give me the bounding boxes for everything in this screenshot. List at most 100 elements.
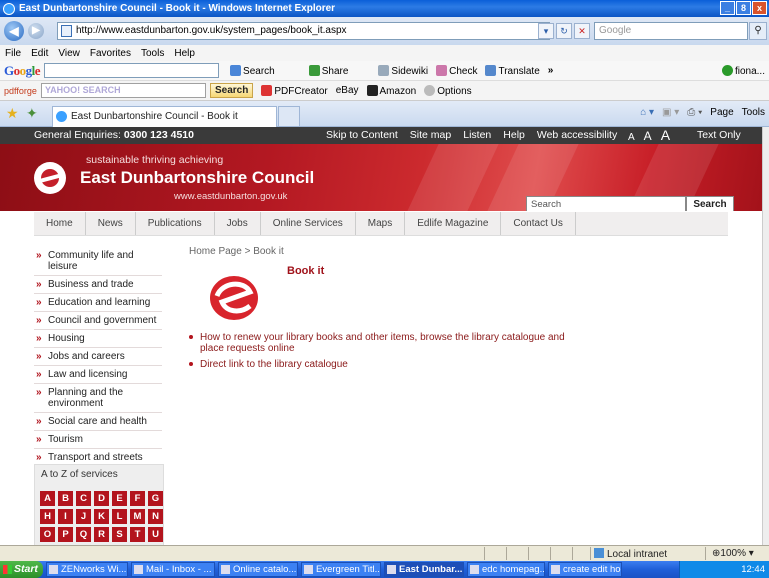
sidebar-item-tourism[interactable]: » Tourism bbox=[34, 431, 162, 449]
text-size-small[interactable]: A bbox=[628, 132, 635, 143]
address-dropdown-button[interactable]: ▾ bbox=[538, 23, 554, 39]
pdfcreator-button[interactable]: PDFCreator bbox=[261, 84, 328, 97]
toolbar-overflow-button[interactable]: » bbox=[548, 65, 554, 76]
menu-favorites[interactable]: Favorites bbox=[90, 48, 131, 59]
sidebar-item-jobs[interactable]: » Jobs and careers bbox=[34, 348, 162, 366]
text-size-medium[interactable]: A bbox=[644, 129, 652, 143]
nav-online-services[interactable]: Online Services bbox=[261, 212, 356, 235]
text-only-link[interactable]: Text Only bbox=[697, 129, 741, 141]
breadcrumb[interactable]: Home Page > Book it bbox=[189, 246, 284, 257]
google-search-button[interactable]: Search bbox=[230, 64, 275, 77]
council-name[interactable]: East Dunbartonshire Council bbox=[80, 168, 314, 188]
minimize-button[interactable]: _ bbox=[720, 1, 735, 15]
web-accessibility-link[interactable]: Web accessibility bbox=[537, 129, 617, 141]
menu-view[interactable]: View bbox=[58, 48, 80, 59]
az-letter-t[interactable]: T bbox=[130, 527, 145, 542]
az-letter-o[interactable]: O bbox=[40, 527, 55, 542]
yahoo-search-input[interactable]: YAHOO! SEARCH bbox=[41, 83, 206, 98]
site-map-link[interactable]: Site map bbox=[410, 129, 451, 141]
az-letter-e[interactable]: E bbox=[112, 491, 127, 506]
az-letter-b[interactable]: B bbox=[58, 491, 73, 506]
sidebar-item-housing[interactable]: » Housing bbox=[34, 330, 162, 348]
ebay-button[interactable]: eBay bbox=[336, 85, 359, 96]
library-catalogue-link[interactable]: Direct link to the library catalogue bbox=[189, 359, 348, 370]
az-letter-q[interactable]: Q bbox=[76, 527, 91, 542]
az-letter-k[interactable]: K bbox=[94, 509, 109, 524]
address-bar[interactable]: http://www.eastdunbarton.gov.uk/system_p… bbox=[57, 22, 550, 40]
listen-link[interactable]: Listen bbox=[463, 129, 491, 141]
task-online-catalogue[interactable]: Online catalo... bbox=[218, 562, 298, 577]
amazon-button[interactable]: Amazon bbox=[366, 84, 416, 97]
sidebar-item-planning[interactable]: » Planning and the environment bbox=[34, 384, 162, 413]
favorites-star-icon[interactable]: ★ bbox=[6, 105, 19, 122]
az-letter-j[interactable]: J bbox=[76, 509, 91, 524]
maximize-button[interactable]: 8 bbox=[736, 1, 751, 15]
browser-search-input[interactable]: Google bbox=[594, 22, 748, 40]
menu-tools[interactable]: Tools bbox=[141, 48, 164, 59]
stop-icon[interactable]: ✕ bbox=[574, 23, 590, 39]
tools-menu-button[interactable]: Tools bbox=[742, 107, 765, 118]
menu-edit[interactable]: Edit bbox=[31, 48, 48, 59]
forward-button[interactable]: ▶ bbox=[28, 23, 44, 39]
yahoo-search-button[interactable]: Search bbox=[210, 83, 254, 98]
translate-button[interactable]: Translate bbox=[485, 64, 540, 77]
skip-to-content-link[interactable]: Skip to Content bbox=[326, 129, 398, 141]
az-letter-u[interactable]: U bbox=[148, 527, 163, 542]
task-east-dunbartonshire[interactable]: East Dunbar... bbox=[384, 562, 464, 577]
site-search-button[interactable]: Search bbox=[686, 196, 734, 211]
site-search-input[interactable]: Search bbox=[526, 196, 686, 211]
nav-home[interactable]: Home bbox=[34, 212, 86, 235]
sidebar-item-council[interactable]: » Council and government bbox=[34, 312, 162, 330]
close-button[interactable]: x bbox=[752, 1, 767, 15]
az-letter-s[interactable]: S bbox=[112, 527, 127, 542]
sidewiki-button[interactable]: Sidewiki bbox=[378, 64, 428, 77]
share-button[interactable]: Share bbox=[308, 64, 348, 77]
print-icon[interactable]: ⎙ ▾ bbox=[687, 107, 702, 118]
feeds-icon[interactable]: ▣ ▾ bbox=[662, 107, 679, 118]
back-button[interactable]: ◀ bbox=[4, 21, 24, 41]
az-letter-l[interactable]: L bbox=[112, 509, 127, 524]
menu-help[interactable]: Help bbox=[174, 48, 195, 59]
az-letter-f[interactable]: F bbox=[130, 491, 145, 506]
az-letter-a[interactable]: A bbox=[40, 491, 55, 506]
az-letter-i[interactable]: I bbox=[58, 509, 73, 524]
refresh-icon[interactable]: ↻ bbox=[556, 23, 572, 39]
google-account-button[interactable]: fiona... bbox=[721, 64, 765, 77]
task-mail[interactable]: Mail - Inbox - ... bbox=[131, 562, 215, 577]
sidebar-item-business[interactable]: » Business and trade bbox=[34, 276, 162, 294]
text-size-large[interactable]: A bbox=[661, 127, 670, 143]
renew-library-link[interactable]: How to renew your library books and othe… bbox=[189, 332, 579, 354]
menu-file[interactable]: File bbox=[5, 48, 21, 59]
az-letter-g[interactable]: G bbox=[148, 491, 163, 506]
zoom-level[interactable]: ⊕100% ▾ bbox=[712, 548, 754, 559]
options-button[interactable]: Options bbox=[424, 84, 472, 97]
start-button[interactable]: Start bbox=[0, 561, 43, 578]
az-letter-p[interactable]: P bbox=[58, 527, 73, 542]
nav-jobs[interactable]: Jobs bbox=[215, 212, 261, 235]
sidebar-item-education[interactable]: » Education and learning bbox=[34, 294, 162, 312]
add-favorites-icon[interactable]: ✦ bbox=[26, 105, 38, 122]
sidebar-item-community[interactable]: » Community life and leisure bbox=[34, 247, 162, 276]
spellcheck-button[interactable]: Check bbox=[436, 64, 477, 77]
home-icon[interactable]: ⌂ ▾ bbox=[640, 107, 654, 118]
google-toolbar-input[interactable] bbox=[44, 63, 220, 78]
sidebar-item-social-care[interactable]: » Social care and health bbox=[34, 413, 162, 431]
nav-maps[interactable]: Maps bbox=[356, 212, 406, 235]
nav-news[interactable]: News bbox=[86, 212, 136, 235]
az-letter-m[interactable]: M bbox=[130, 509, 145, 524]
help-link[interactable]: Help bbox=[503, 129, 525, 141]
task-edc-homepage[interactable]: edc homepag... bbox=[467, 562, 545, 577]
new-tab-button[interactable] bbox=[278, 106, 300, 127]
az-letter-n[interactable]: N bbox=[148, 509, 163, 524]
az-letter-h[interactable]: H bbox=[40, 509, 55, 524]
vertical-scrollbar[interactable] bbox=[762, 127, 769, 545]
task-evergreen[interactable]: Evergreen Titl... bbox=[301, 562, 381, 577]
search-icon[interactable]: ⚲ bbox=[749, 22, 767, 40]
az-letter-r[interactable]: R bbox=[94, 527, 109, 542]
sidebar-item-law[interactable]: » Law and licensing bbox=[34, 366, 162, 384]
task-create-edit[interactable]: create edit ho... bbox=[548, 562, 622, 577]
council-logo-icon[interactable] bbox=[34, 162, 66, 194]
task-zenworks[interactable]: ZENworks Wi... bbox=[46, 562, 128, 577]
nav-contact-us[interactable]: Contact Us bbox=[501, 212, 576, 235]
nav-publications[interactable]: Publications bbox=[136, 212, 215, 235]
